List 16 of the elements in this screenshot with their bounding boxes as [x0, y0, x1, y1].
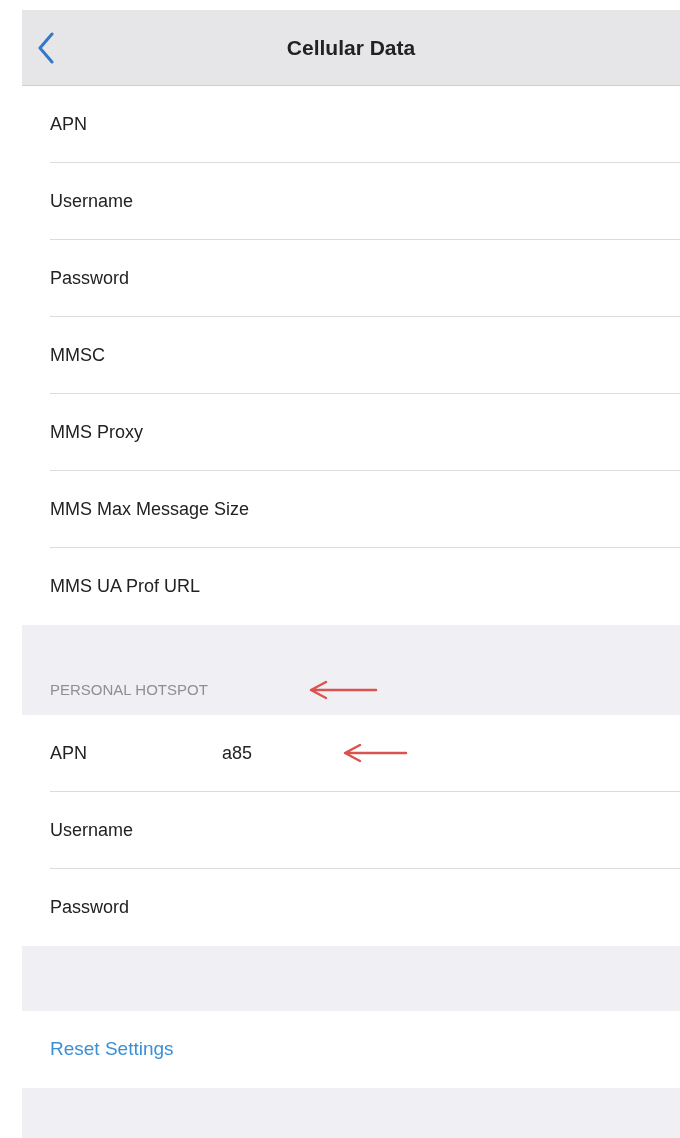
field-label: APN	[50, 741, 88, 765]
field-label: MMSC	[50, 343, 106, 367]
field-label: Password	[50, 896, 131, 919]
section-header: PERSONAL HOTSPOT	[50, 679, 208, 700]
field-value[interactable]: a85	[222, 739, 253, 767]
arrow-icon	[307, 679, 378, 701]
field-label: APN	[50, 112, 88, 136]
arrow-icon	[342, 742, 409, 764]
field-label: MMS Max Message Size	[50, 497, 250, 521]
field-label: Password	[50, 266, 131, 290]
field-label: MMS UA Prof URL	[50, 575, 202, 598]
back-icon	[37, 32, 55, 64]
field-label: MMS Proxy	[50, 420, 144, 444]
field-label: Username	[50, 189, 135, 213]
field-label: Username	[50, 818, 135, 842]
screen-title: Cellular Data	[286, 34, 416, 61]
